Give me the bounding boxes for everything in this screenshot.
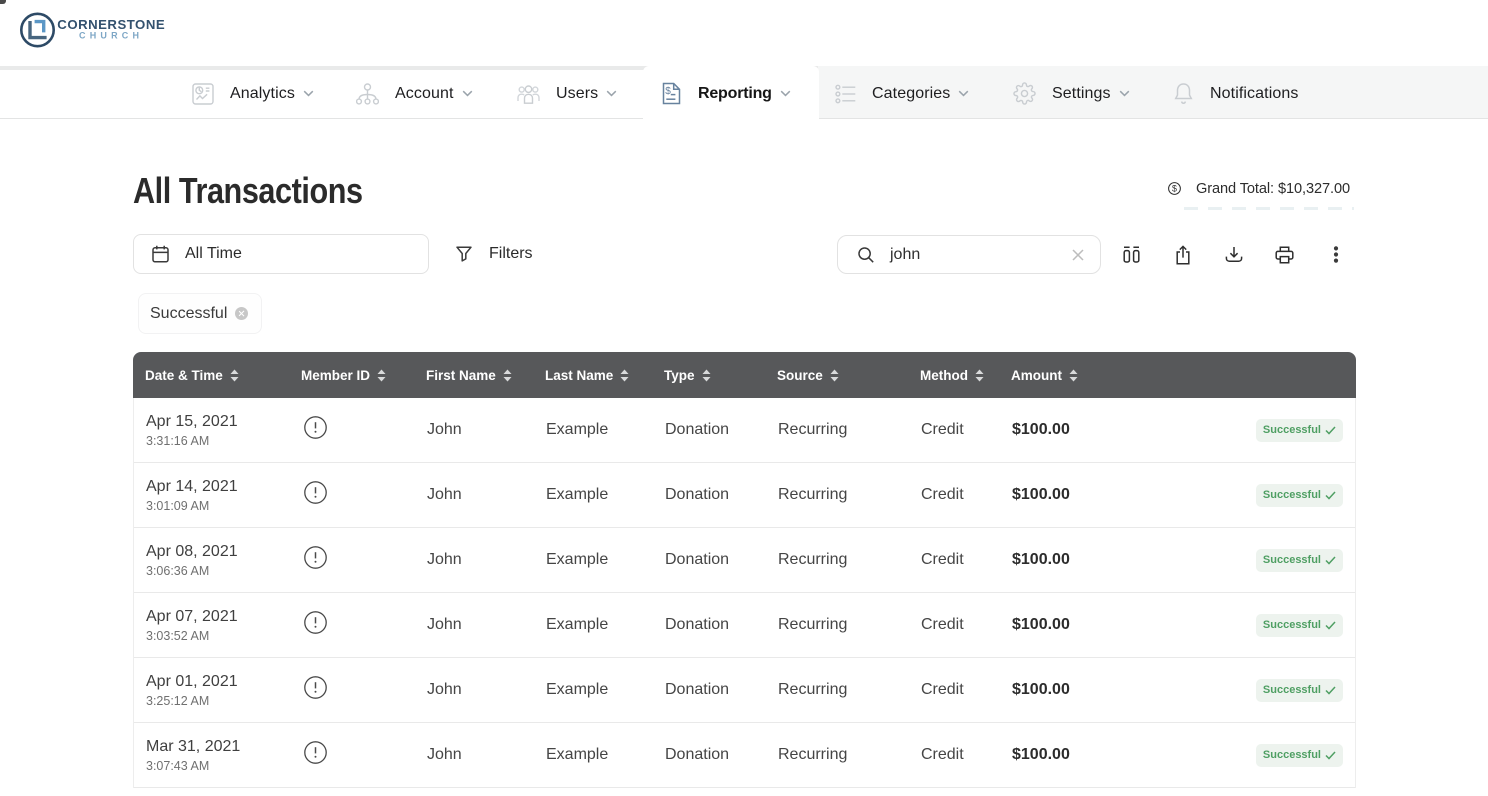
- svg-text:$: $: [665, 86, 671, 97]
- svg-text:$: $: [1172, 184, 1177, 194]
- svg-text:CHURCH: CHURCH: [79, 31, 143, 41]
